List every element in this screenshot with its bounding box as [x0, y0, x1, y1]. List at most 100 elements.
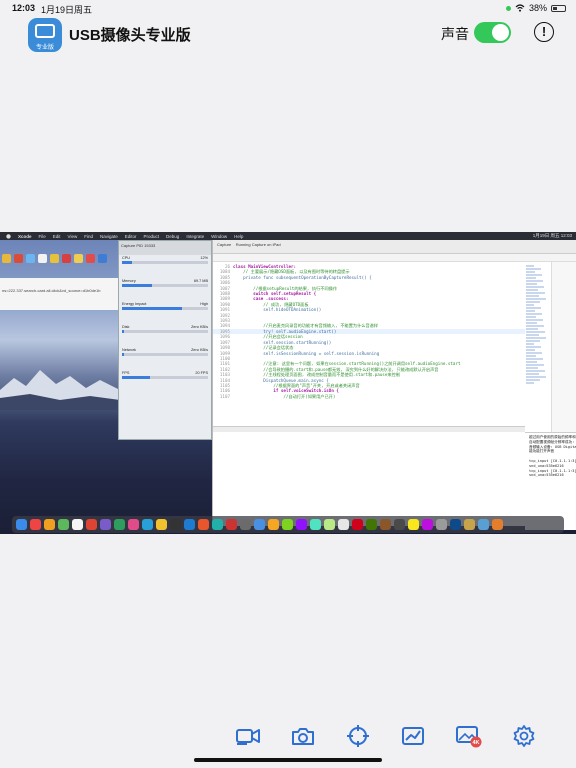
dock-app-icon — [422, 519, 433, 530]
mac-menu-item: Find — [84, 233, 93, 239]
dock-app-icon — [310, 519, 321, 530]
app-title: USB摄像头专业版 — [69, 27, 191, 44]
metric-bar — [122, 353, 208, 356]
battery-percent: 38% — [528, 3, 547, 13]
mac-menu-item: Integrate — [186, 233, 205, 239]
capture-monitor-header: Capture PID 15333 — [119, 241, 211, 255]
minimap-line — [526, 364, 544, 366]
dock-app-icon — [254, 519, 265, 530]
dock-app-icon — [338, 519, 349, 530]
dock-app-icon — [86, 519, 97, 530]
chart-line-icon — [402, 727, 424, 745]
metric-value: 20 FPS — [195, 371, 208, 375]
crosshair-button[interactable] — [344, 724, 372, 748]
minimap-line — [526, 295, 539, 297]
minimap-line — [526, 355, 536, 357]
minimap-line — [526, 265, 534, 267]
home-indicator — [194, 758, 382, 762]
folder-icon — [2, 254, 11, 263]
console-line: snd_una=535e6216 — [529, 473, 564, 478]
dock-app-icon — [408, 519, 419, 530]
dock-app-icon — [72, 519, 83, 530]
code-text: DispatchQueue.main.async { — [233, 377, 329, 383]
status-time: 12:03 — [12, 3, 36, 13]
dock-app-icon — [30, 519, 41, 530]
metric-value: 69.7 MB — [193, 279, 208, 283]
dock-app-icon — [142, 519, 153, 530]
code-text: //记录会话状态 — [233, 345, 294, 351]
wifi-icon — [515, 4, 525, 12]
code-text: private func subsequentOperationByCaptur… — [233, 274, 372, 280]
mac-menu-item: Edit — [52, 233, 61, 239]
metric-bar-fill — [122, 330, 124, 333]
code-text: //自动打开(如果用户已开) — [233, 393, 336, 399]
desktop-icons — [2, 254, 107, 263]
folder-icon — [26, 254, 35, 263]
mac-menu-item: Xcode — [18, 233, 32, 239]
line-number: 1107 — [219, 393, 230, 399]
minimap-line — [526, 361, 537, 363]
dock-app-icon — [268, 519, 279, 530]
minimap-line — [526, 268, 541, 270]
metric-value: 12% — [200, 256, 208, 260]
dock-app-icon — [296, 519, 307, 530]
dock-app-icon — [240, 519, 251, 530]
mac-menu-item: Debug — [166, 233, 180, 239]
snapshot-button[interactable] — [289, 724, 317, 748]
metric-bar-fill — [122, 307, 183, 310]
minimap-line — [526, 289, 538, 291]
minimap-line — [526, 367, 538, 369]
record-button[interactable] — [234, 724, 262, 748]
code-text: // 成功, 隐藏OTD面板 — [233, 301, 309, 307]
minimap-line — [526, 328, 538, 330]
code-text: switch self.setupResult { — [233, 291, 317, 297]
mac-dock — [12, 516, 564, 533]
camera-preview[interactable]: Xcode File Edit View Find Navigate Editor Produ… — [0, 232, 576, 534]
dock-app-icon — [58, 519, 69, 530]
code-text: //开启会话session — [233, 334, 303, 340]
minimap-line — [526, 334, 539, 336]
metric-bar — [122, 261, 208, 264]
minimap-line — [526, 301, 540, 303]
sound-toggle[interactable] — [474, 22, 511, 43]
status-right: 38% — [505, 3, 566, 13]
minimap-line — [526, 304, 534, 306]
mac-menu-item: Editor — [124, 233, 137, 239]
browser-window: ns=222.337.search-card.all.click&vd_sour… — [0, 278, 120, 310]
minimap-line — [526, 292, 545, 294]
dock-app-icon — [100, 519, 111, 530]
folder-icon — [98, 254, 107, 263]
dock-app-icon — [184, 519, 195, 530]
code-text: //主线程处理页面图, 改成控制音量而不是使用.start和.pause来控制 — [233, 372, 400, 378]
metric-label: Network — [122, 348, 136, 352]
app-icon — [86, 254, 95, 263]
info-button[interactable]: ! — [534, 22, 554, 42]
minimap-line — [526, 322, 537, 324]
code-text: self.session.startRunning() — [233, 339, 332, 345]
code-text: //根据界面的"声音"开关, 开启或者关闭声音 — [233, 382, 360, 388]
dock-app-icon — [450, 519, 461, 530]
code-text: self.hideOTDAnimation() — [233, 307, 322, 313]
gallery-button[interactable]: 4K — [455, 724, 483, 748]
minimap-line — [526, 313, 542, 315]
folder-icon — [74, 254, 83, 263]
code-text: case .success: — [233, 296, 289, 302]
stats-button[interactable] — [399, 724, 427, 748]
video-camera-icon — [236, 729, 260, 745]
metric-bar-fill — [122, 376, 151, 379]
document-icon — [38, 254, 47, 263]
minimap-line — [526, 358, 543, 360]
xcode-device: Running Capture on iPad — [235, 242, 281, 247]
minimap-line — [526, 310, 535, 312]
settings-button[interactable] — [510, 724, 538, 748]
apple-icon — [6, 234, 11, 239]
code-editor: 26 class MainViewController: 1084 // 主要展示/… — [213, 264, 525, 424]
dock-app-icon — [114, 519, 125, 530]
dock-app-icon — [44, 519, 55, 530]
code-minimap — [525, 264, 547, 414]
app-logo: 专业版 — [28, 18, 62, 52]
dock-app-icon — [464, 519, 475, 530]
code-text: // 主要展示/隐藏OSD面板, 以及有图时等待的转盘提示 — [233, 269, 350, 275]
metric-bar-fill — [122, 284, 153, 287]
mac-menu-item: Help — [234, 233, 244, 239]
